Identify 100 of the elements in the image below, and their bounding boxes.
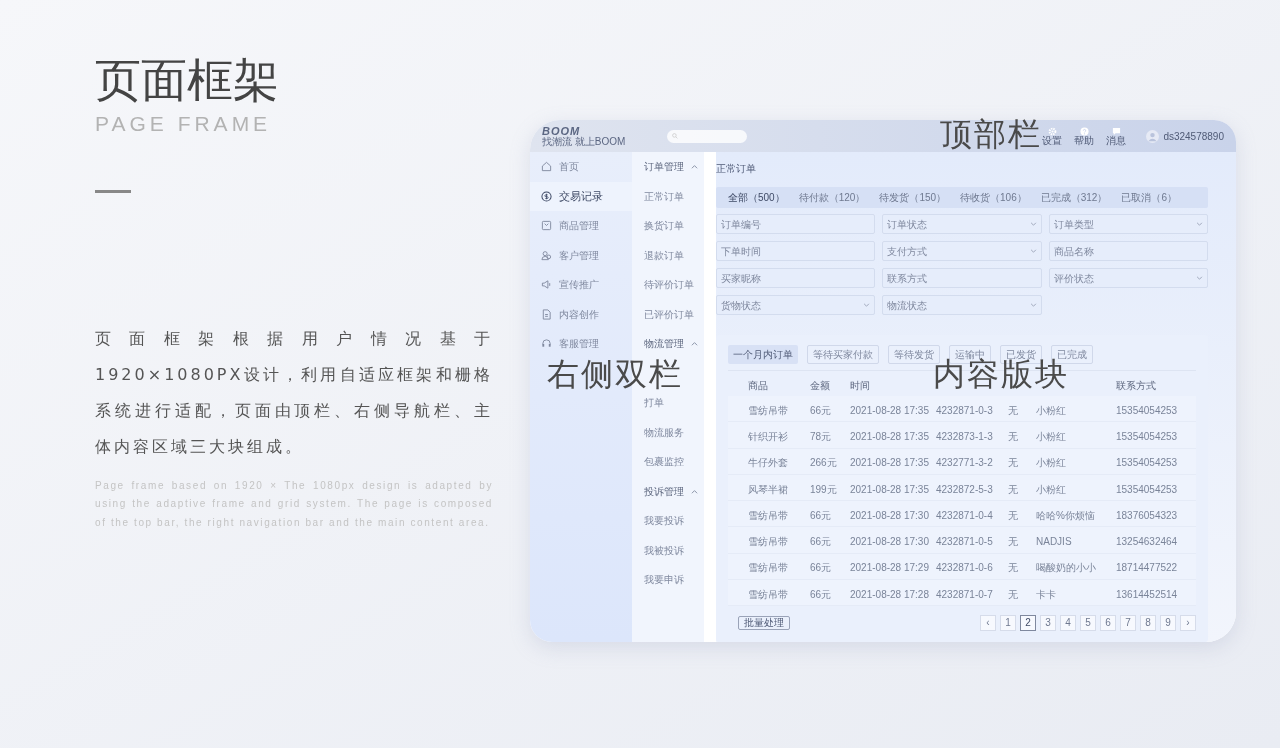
home-icon	[541, 161, 552, 173]
slide-subtitle: PAGE FRAME	[95, 111, 272, 137]
nav-subitem[interactable]: 换货订单	[644, 218, 684, 234]
filter-chip[interactable]: 一个月内订单	[728, 345, 798, 364]
chevron-up-icon[interactable]	[691, 164, 698, 170]
table-row[interactable]: 雪纺吊带 66元 2021-08-28 17:29 4232871-0-6 无 喝酸奶的小小 18714477522	[728, 553, 1196, 581]
page-title: 正常订单	[716, 162, 756, 176]
dropdown-field[interactable]: 订单类型	[1048, 214, 1208, 234]
nav-subitem[interactable]: 物流服务	[644, 424, 684, 440]
page-button[interactable]: 8	[1140, 615, 1156, 632]
nav-subitem[interactable]: 正常订单	[644, 188, 684, 204]
dropdown-field[interactable]: 订单状态	[882, 214, 1042, 234]
page-button[interactable]: 9	[1160, 615, 1176, 632]
status-tab[interactable]: 待收货（106）	[960, 190, 1027, 205]
input-field[interactable]: 商品名称	[1048, 241, 1208, 261]
table-cell-text: 喝酸奶的小小	[1036, 561, 1096, 576]
nav-subitem[interactable]: 我被投诉	[644, 542, 684, 558]
table-cell-text: 2021-08-28 17:28	[850, 587, 929, 602]
table-cell-text: 2021-08-28 17:35	[850, 482, 929, 497]
table-cell-text: 无	[1008, 535, 1018, 550]
table-cell-text: 66元	[810, 587, 832, 602]
nav-subitem[interactable]: 我要投诉	[644, 513, 684, 529]
table-cell-text: 小粉红	[1036, 429, 1066, 444]
chevron-up-icon[interactable]	[691, 341, 698, 347]
annotation-label: 右侧双栏	[547, 356, 683, 392]
action-label[interactable]: 设置	[1042, 135, 1063, 146]
document-icon	[541, 308, 552, 320]
nav-item[interactable]: 首页	[530, 152, 632, 182]
table-cell-text: 小粉红	[1036, 482, 1066, 497]
nav-subitem[interactable]: 包裹监控	[644, 454, 684, 470]
nav-item[interactable]: 交易记录	[530, 181, 632, 211]
status-tab[interactable]: 待发货（150）	[879, 190, 947, 205]
search-field[interactable]	[667, 129, 748, 143]
action-label[interactable]: 帮助	[1074, 135, 1095, 146]
dropdown-field[interactable]: 评价状态	[1048, 268, 1208, 288]
table-cell-text: NADJIS	[1036, 535, 1072, 550]
table-cell-text: 风琴半裙	[748, 482, 788, 497]
dropdown-field[interactable]: 物流状态	[882, 295, 1042, 315]
nav-group-title[interactable]: 物流管理	[644, 336, 684, 352]
nav-item[interactable]: 客户管理	[530, 240, 632, 270]
page-button[interactable]: ‹	[980, 615, 996, 632]
annotation-label: 顶部栏	[940, 116, 1042, 152]
page-button[interactable]: 3	[1040, 615, 1056, 632]
nav-item[interactable]: 内容创作	[530, 299, 632, 329]
filter-chip[interactable]: 等待发货	[888, 345, 940, 364]
table-cell-text: 4232873-1-3	[936, 429, 993, 444]
username[interactable]: ds324578890	[1163, 128, 1224, 144]
help-icon[interactable]	[1079, 126, 1089, 136]
megaphone-icon	[541, 279, 552, 291]
table-cell-text: 66元	[810, 508, 832, 523]
nav-item[interactable]: 商品管理	[530, 211, 632, 241]
nav-group-title[interactable]: 订单管理	[644, 159, 684, 175]
page-button[interactable]: ›	[1180, 615, 1196, 632]
table-row[interactable]: 雪纺吊带 66元 2021-08-28 17:30 4232871-0-5 无 NADJIS 13254632464	[728, 527, 1196, 554]
table-row[interactable]: 雪纺吊带 66元 2021-08-28 17:28 4232871-0-7 无 卡卡 13614452514	[728, 580, 1196, 607]
nav-item[interactable]: 客服管理	[530, 329, 632, 359]
action-label[interactable]: 消息	[1106, 135, 1127, 146]
table-row[interactable]: 雪纺吊带 66元 2021-08-28 17:35 4232871-0-3 无 小粉红 15354054253	[728, 396, 1196, 423]
filter-chip[interactable]: 等待买家付款	[807, 345, 879, 364]
chevron-down-icon	[863, 303, 871, 307]
status-tab[interactable]: 待付款（120）	[798, 190, 866, 205]
page-button[interactable]: 1	[1000, 615, 1016, 632]
batch-button[interactable]: 批量处理	[738, 616, 790, 631]
table-cell-text: 4232872-5-3	[936, 482, 993, 497]
table-cell-text: 13254632464	[1116, 535, 1178, 550]
page-button[interactable]: 2	[1020, 615, 1036, 632]
input-field[interactable]: 买家昵称	[716, 268, 876, 288]
nav-subitem[interactable]: 我要申诉	[644, 572, 684, 588]
dropdown-field[interactable]: 货物状态	[716, 295, 876, 315]
slogan: 找潮流 就上BOOM	[542, 136, 626, 147]
page-button[interactable]: 6	[1100, 615, 1116, 632]
input-field[interactable]: 下单时间	[716, 241, 876, 261]
nav-item[interactable]: 宣传推广	[530, 270, 632, 300]
table-cell-text: 4232871-0-3	[936, 403, 993, 418]
status-tab[interactable]: 已完成（312）	[1040, 190, 1108, 205]
table-row[interactable]: 牛仔外套 266元 2021-08-28 17:35 4232771-3-2 无 小粉红 15354054253	[728, 448, 1196, 475]
table-row[interactable]: 针织开衫 78元 2021-08-28 17:35 4232873-1-3 无 小粉红 15354054253	[728, 422, 1196, 449]
nav-group-title[interactable]: 投诉管理	[644, 483, 684, 499]
table-row[interactable]: 风琴半裙 199元 2021-08-28 17:35 4232872-5-3 无 小粉红 15354054253	[728, 474, 1196, 502]
input-field[interactable]: 联系方式	[882, 268, 1042, 288]
avatar-icon[interactable]	[1146, 129, 1160, 143]
gear-icon[interactable]	[1047, 126, 1057, 136]
table-cell-text: 2021-08-28 17:30	[850, 508, 929, 523]
chat-icon[interactable]	[1111, 126, 1121, 136]
chevron-up-icon[interactable]	[691, 488, 698, 494]
nav-subitem[interactable]: 退款订单	[644, 247, 684, 263]
table-cell-text: 18714477522	[1116, 561, 1178, 576]
status-tab[interactable]: 全部（500）	[728, 190, 785, 205]
status-tab[interactable]: 已取消（6）	[1121, 190, 1177, 205]
nav-subitem[interactable]: 打单	[644, 395, 664, 411]
dropdown-field[interactable]: 支付方式	[882, 241, 1042, 261]
input-field[interactable]: 订单编号	[716, 214, 876, 234]
table-row[interactable]: 雪纺吊带 66元 2021-08-28 17:30 4232871-0-4 无 哈哈%你烦恼 18376054323	[728, 501, 1196, 528]
page-button[interactable]: 5	[1080, 615, 1096, 632]
page-button[interactable]: 7	[1120, 615, 1136, 632]
nav-subitem[interactable]: 待评价订单	[644, 277, 694, 293]
nav-subitem[interactable]: 已评价订单	[644, 306, 694, 322]
table-cell-text: 66元	[810, 561, 832, 576]
page-button[interactable]: 4	[1060, 615, 1076, 632]
chevron-down-icon	[1196, 222, 1203, 226]
